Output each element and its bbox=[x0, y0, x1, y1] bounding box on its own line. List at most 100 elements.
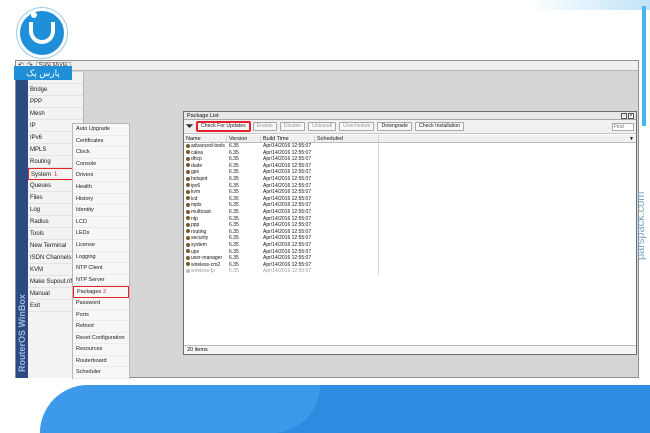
main-menu-item-bridge[interactable]: Bridge bbox=[28, 84, 83, 96]
package-name: ppp bbox=[191, 222, 200, 229]
table-row[interactable]: ppp 6.35 Apr/14/2016 12:55:07 bbox=[184, 222, 636, 229]
column-scheduled-header[interactable]: Scheduled bbox=[315, 135, 379, 142]
submenu-item-lcd[interactable]: LCD bbox=[73, 217, 129, 229]
row-spacer bbox=[379, 268, 636, 275]
table-row[interactable]: calea 6.35 Apr/14/2016 12:55:07 bbox=[184, 149, 636, 157]
package-build-time-cell: Apr/14/2016 12:55:07 bbox=[263, 149, 312, 156]
submenu-item-health[interactable]: Health bbox=[73, 182, 129, 194]
check-installation-button[interactable]: Check Installation bbox=[415, 122, 464, 131]
package-scheduled-cell bbox=[315, 248, 379, 256]
brand-logo bbox=[17, 8, 67, 58]
table-row[interactable]: multicast 6.35 Apr/14/2016 12:55:07 bbox=[184, 208, 636, 216]
unschedule-button[interactable]: Unschedule bbox=[339, 122, 375, 131]
column-version-header[interactable]: Version bbox=[227, 135, 261, 142]
package-name: dhcp bbox=[191, 156, 202, 163]
submenu-item-label: Reboot bbox=[76, 323, 94, 330]
package-version-cell: 6.35 bbox=[229, 182, 239, 189]
table-row[interactable]: system 6.35 Apr/14/2016 12:55:07 bbox=[184, 241, 636, 249]
enable-button[interactable]: Enable bbox=[252, 122, 277, 131]
main-menu-item-label: MPLS bbox=[30, 147, 47, 153]
row-spacer bbox=[379, 249, 636, 256]
table-row[interactable]: dude 6.35 Apr/14/2016 12:55:07 bbox=[184, 162, 636, 170]
package-build-time-cell: Apr/14/2016 12:55:07 bbox=[263, 215, 312, 222]
table-row[interactable]: gps 6.35 Apr/14/2016 12:55:07 bbox=[184, 169, 636, 176]
submenu-item-reboot[interactable]: Reboot bbox=[73, 321, 129, 333]
table-row[interactable]: security 6.35 Apr/14/2016 12:55:07 bbox=[184, 235, 636, 242]
column-dropdown-icon[interactable]: ▼ bbox=[629, 135, 634, 143]
submenu-item-certificates[interactable]: Certificates bbox=[73, 136, 129, 148]
submenu-item-routerboard[interactable]: Routerboard bbox=[73, 356, 129, 368]
table-row[interactable]: ups 6.35 Apr/14/2016 12:55:07 bbox=[184, 248, 636, 256]
column-name-header[interactable]: Name bbox=[184, 135, 227, 142]
step-number: 1 bbox=[54, 172, 58, 178]
submenu-item-reset-configuration[interactable]: Reset Configuration bbox=[73, 333, 129, 345]
package-scheduled-cell bbox=[315, 182, 379, 190]
package-name: security bbox=[191, 235, 209, 242]
table-row[interactable]: routing 6.35 Apr/14/2016 12:55:07 bbox=[184, 228, 636, 236]
row-spacer bbox=[379, 242, 636, 249]
submenu-item-ports[interactable]: Ports bbox=[73, 310, 129, 322]
table-row[interactable]: ipv6 6.35 Apr/14/2016 12:55:07 bbox=[184, 182, 636, 190]
package-scheduled-cell bbox=[315, 189, 379, 196]
downgrade-button[interactable]: Downgrade bbox=[377, 122, 413, 131]
table-row[interactable]: kvm 6.35 Apr/14/2016 12:55:07 bbox=[184, 189, 636, 196]
package-name-cell: hotspot bbox=[184, 176, 227, 183]
submenu-item-ntp-client[interactable]: NTP Client bbox=[73, 263, 129, 275]
table-row[interactable]: user-manager 6.35 Apr/14/2016 12:55:07 bbox=[184, 255, 636, 262]
submenu-item-license[interactable]: License bbox=[73, 240, 129, 252]
close-icon[interactable]: × bbox=[628, 113, 634, 119]
row-spacer bbox=[379, 222, 636, 229]
package-name-cell: mpls bbox=[184, 202, 227, 209]
submenu-item-packages[interactable]: Packages 2 bbox=[73, 286, 129, 298]
table-row[interactable]: wireless-fp 6.35 Apr/14/2016 12:55:07 bbox=[184, 268, 636, 275]
step-number: 2 bbox=[103, 289, 107, 296]
submenu-item-label: NTP Client bbox=[76, 265, 103, 272]
submenu-item-auto-upgrade[interactable]: Auto Upgrade bbox=[73, 124, 129, 136]
find-input[interactable] bbox=[612, 123, 634, 131]
package-scheduled-cell bbox=[315, 149, 379, 157]
restore-icon[interactable]: ▫ bbox=[621, 113, 627, 119]
submenu-item-resources[interactable]: Resources bbox=[73, 344, 129, 356]
package-list-titlebar[interactable]: Package List ▫ × bbox=[184, 112, 636, 120]
package-name-cell: ntp bbox=[184, 216, 227, 223]
submenu-item-identity[interactable]: Identity bbox=[73, 205, 129, 217]
package-table: Name Version Build Time Scheduled ▼ adva… bbox=[184, 135, 636, 275]
row-spacer bbox=[379, 216, 636, 223]
table-row[interactable]: dhcp 6.35 Apr/14/2016 12:55:07 bbox=[184, 156, 636, 163]
submenu-item-ntp-server[interactable]: NTP Server bbox=[73, 275, 129, 287]
submenu-item-logging[interactable]: Logging bbox=[73, 252, 129, 264]
submenu-item-clock[interactable]: Clock bbox=[73, 147, 129, 159]
package-scheduled-cell bbox=[315, 228, 379, 236]
column-build-time-header[interactable]: Build Time bbox=[261, 135, 315, 142]
submenu-item-leds[interactable]: LEDs bbox=[73, 228, 129, 240]
package-scheduled-cell bbox=[315, 202, 379, 209]
row-spacer bbox=[379, 235, 636, 242]
table-row[interactable]: hotspot 6.35 Apr/14/2016 12:55:07 bbox=[184, 175, 636, 183]
check-for-updates-button[interactable]: Check For Updates bbox=[197, 122, 250, 131]
main-menu-item-mesh[interactable]: Mesh bbox=[28, 108, 83, 120]
submenu-item-scheduler[interactable]: Scheduler bbox=[73, 367, 129, 380]
disable-button[interactable]: Disable bbox=[279, 122, 306, 131]
package-name-cell: multicast bbox=[184, 209, 227, 216]
package-name-cell: gps bbox=[184, 169, 227, 176]
table-row[interactable]: ntp 6.35 Apr/14/2016 12:55:07 bbox=[184, 215, 636, 223]
package-name: ntp bbox=[191, 215, 198, 222]
package-build-time-cell: Apr/14/2016 12:55:07 bbox=[263, 235, 312, 242]
table-row[interactable]: advanced-tools 6.35 Apr/14/2016 12:55:07 bbox=[184, 143, 636, 150]
package-scheduled-cell bbox=[315, 143, 379, 150]
package-scheduled-cell bbox=[315, 215, 379, 223]
submenu-item-drivers[interactable]: Drivers bbox=[73, 170, 129, 182]
table-row[interactable]: mpls 6.35 Apr/14/2016 12:55:07 bbox=[184, 202, 636, 209]
submenu-item-password[interactable]: Password bbox=[73, 298, 129, 310]
table-row[interactable]: lcd 6.35 Apr/14/2016 12:55:07 bbox=[184, 195, 636, 203]
uninstall-button[interactable]: Uninstall bbox=[308, 122, 337, 131]
main-menu-item-label: IPv6 bbox=[30, 135, 43, 141]
main-menu-item-label: Manual bbox=[30, 291, 50, 297]
row-spacer bbox=[379, 143, 636, 150]
row-spacer bbox=[379, 196, 636, 203]
filter-icon[interactable]: ⏷ bbox=[186, 122, 194, 131]
submenu-item-history[interactable]: History bbox=[73, 194, 129, 206]
main-menu-item-ppp[interactable]: PPP bbox=[28, 96, 83, 108]
submenu-item-console[interactable]: Console bbox=[73, 159, 129, 171]
table-row[interactable]: wireless-cm2 6.35 Apr/14/2016 12:55:07 bbox=[184, 261, 636, 269]
